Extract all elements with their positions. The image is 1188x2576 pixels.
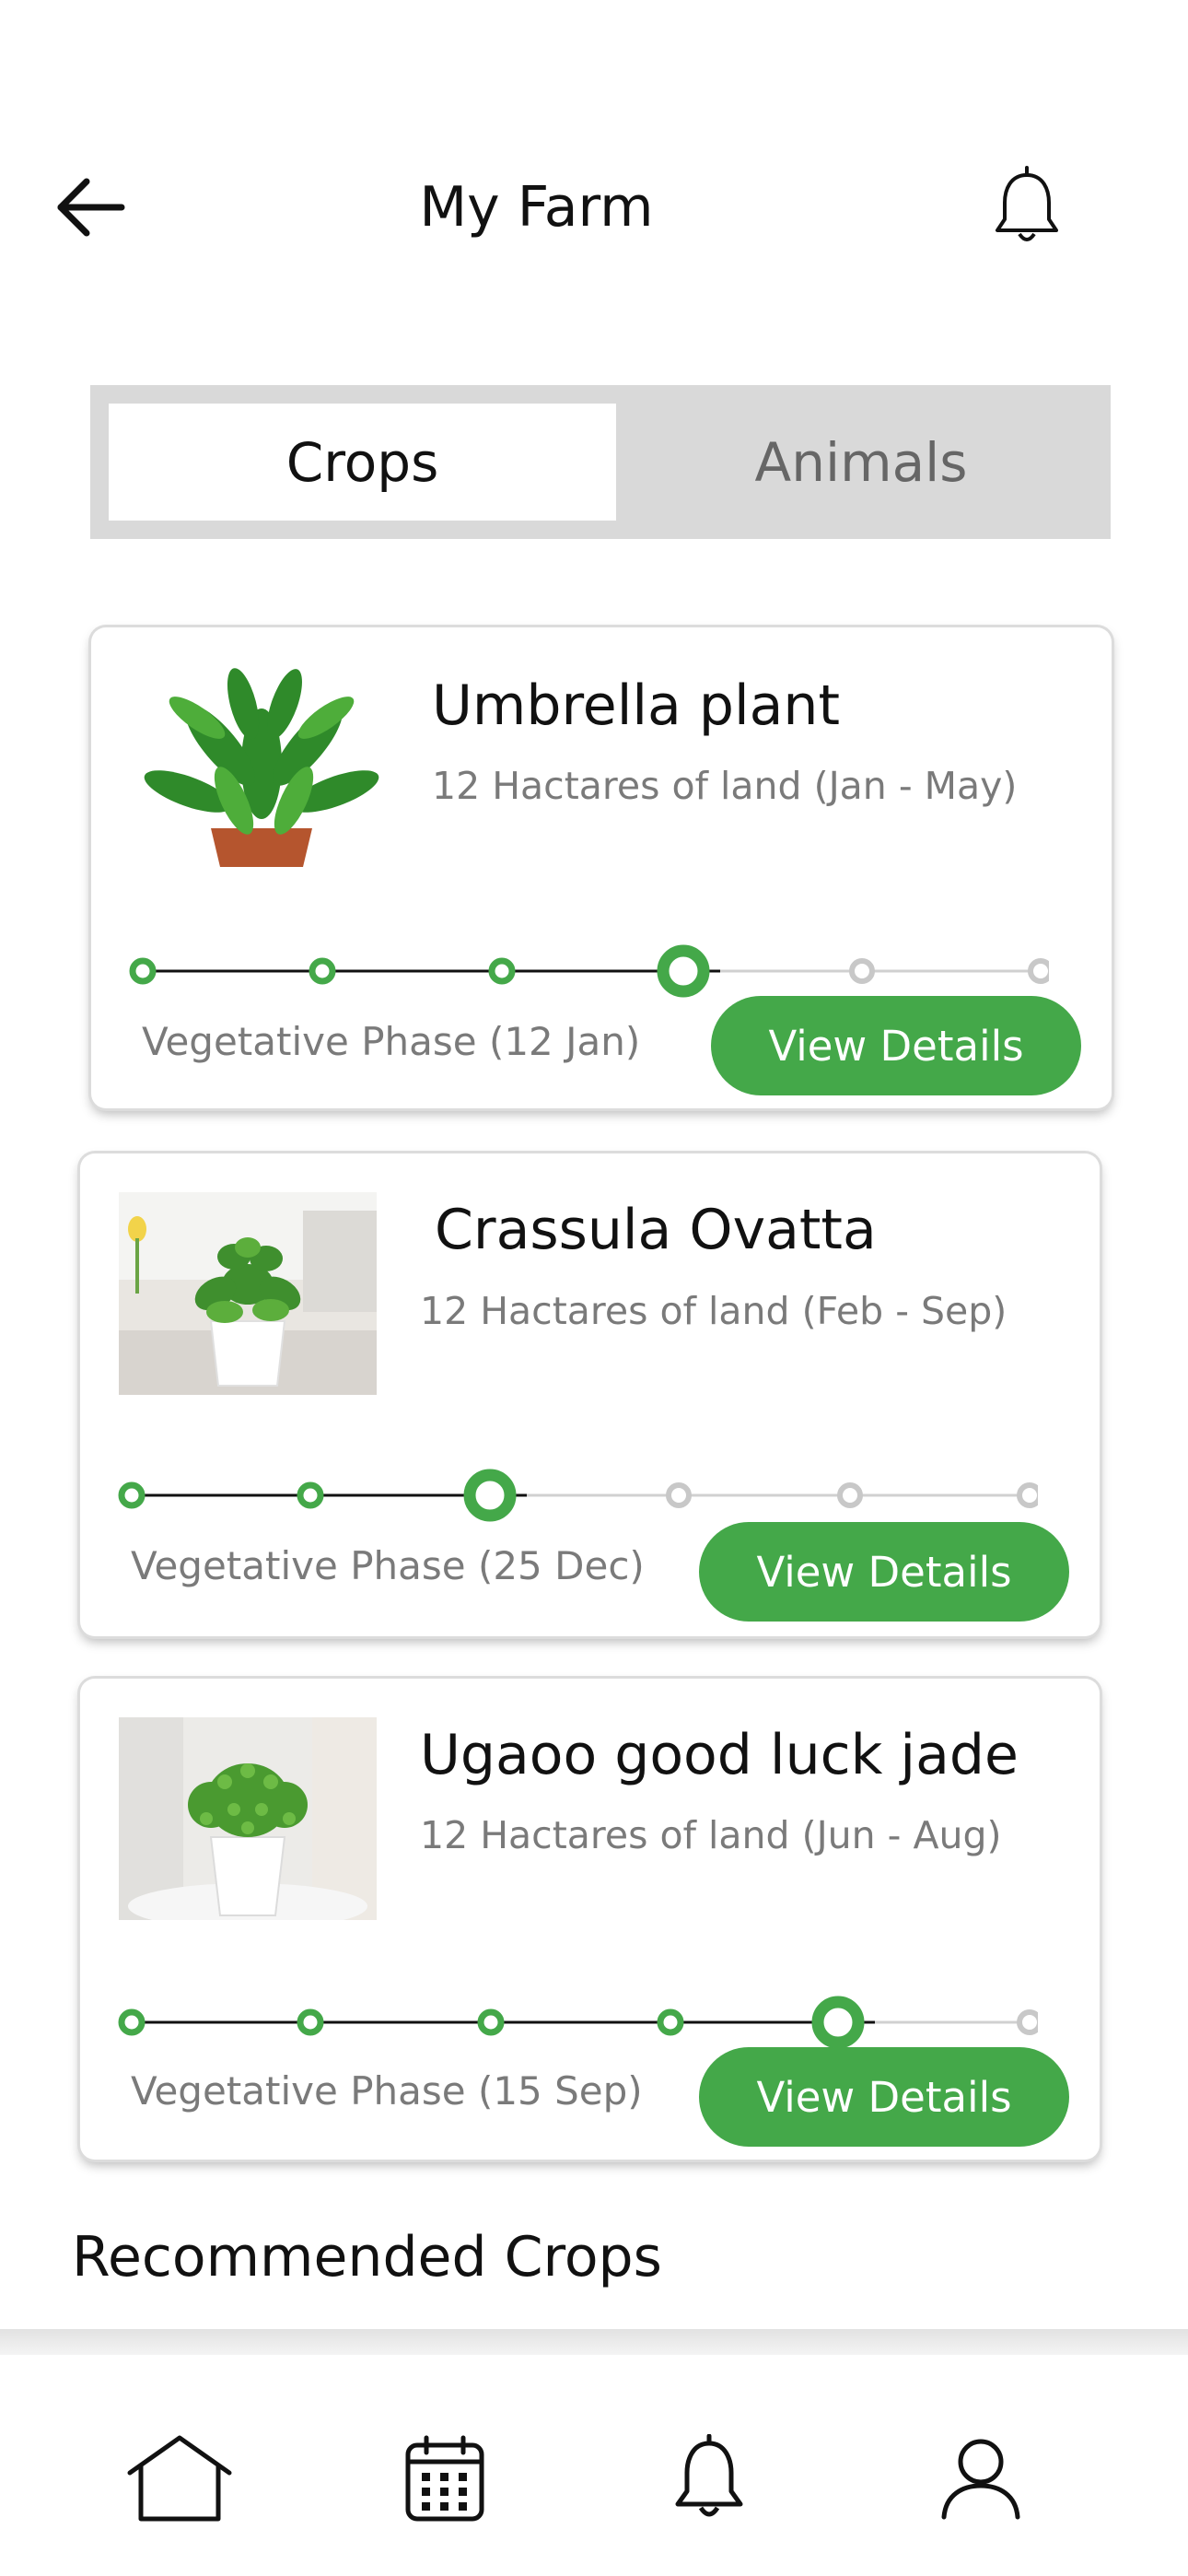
stage-dot	[118, 1481, 146, 1509]
crop-image	[119, 1192, 377, 1395]
crop-phase: Vegetative Phase (25 Dec)	[131, 1543, 645, 1588]
stage-dot	[297, 1481, 324, 1509]
stage-dot	[1017, 1482, 1038, 1508]
bottom-bar-shadow	[0, 2329, 1188, 2355]
crop-land: 12 Hactares of land (Jan - May)	[432, 764, 1018, 808]
stage-dot-current	[463, 1469, 517, 1522]
notifications-button[interactable]	[990, 166, 1064, 249]
stage-dot	[849, 958, 875, 984]
stage-dot	[477, 2008, 505, 2036]
crop-name: Crassula Ovatta	[435, 1198, 877, 1262]
stage-dot-current	[657, 944, 710, 998]
crop-land: 12 Hactares of land (Feb - Sep)	[420, 1289, 1007, 1333]
crop-card[interactable]: Umbrella plant 12 Hactares of land (Jan …	[91, 627, 1112, 1108]
tab-animals[interactable]: Animals	[626, 385, 1096, 539]
stage-dot	[488, 957, 516, 985]
nav-calendar[interactable]	[385, 2423, 505, 2534]
crop-image	[133, 662, 390, 867]
crop-name: Umbrella plant	[432, 673, 840, 738]
nav-profile[interactable]	[921, 2423, 1041, 2534]
segmented-tabs: Crops Animals	[90, 385, 1111, 539]
section-title: Recommended Crops	[72, 2225, 662, 2289]
tab-crops[interactable]: Crops	[109, 404, 616, 521]
crop-name: Ugaoo good luck jade	[420, 1723, 1019, 1787]
crop-phase: Vegetative Phase (15 Sep)	[131, 2068, 643, 2113]
growth-timeline	[118, 1469, 1038, 1522]
view-details-button[interactable]: View Details	[699, 2047, 1069, 2147]
view-details-button[interactable]: View Details	[711, 996, 1081, 1095]
stage-dot	[309, 957, 336, 985]
view-details-button[interactable]: View Details	[699, 1522, 1069, 1622]
crop-image	[119, 1717, 377, 1920]
stage-dot	[118, 2008, 146, 2036]
bell-icon	[996, 166, 1058, 241]
nav-home[interactable]	[120, 2423, 239, 2534]
stage-dot	[297, 2008, 324, 2036]
stage-dot	[1028, 958, 1049, 984]
stage-dot	[837, 1482, 863, 1508]
nav-notifications[interactable]	[649, 2423, 769, 2534]
crop-card[interactable]: Crassula Ovatta 12 Hactares of land (Feb…	[80, 1153, 1100, 1636]
stage-dot	[1017, 2009, 1038, 2035]
stage-dot	[129, 957, 157, 985]
crop-land: 12 Hactares of land (Jun - Aug)	[420, 1813, 1002, 1857]
stage-dot-current	[811, 1996, 865, 2049]
stage-dot	[666, 1482, 692, 1508]
home-icon	[127, 2435, 232, 2522]
page-title: My Farm	[419, 175, 654, 240]
calendar-icon	[405, 2435, 484, 2522]
user-icon	[941, 2439, 1020, 2520]
bell-icon	[675, 2434, 743, 2517]
crop-card[interactable]: Ugaoo good luck jade 12 Hactares of land…	[80, 1679, 1100, 2160]
crop-phase: Vegetative Phase (12 Jan)	[142, 1019, 641, 1064]
stage-dot	[657, 2008, 684, 2036]
